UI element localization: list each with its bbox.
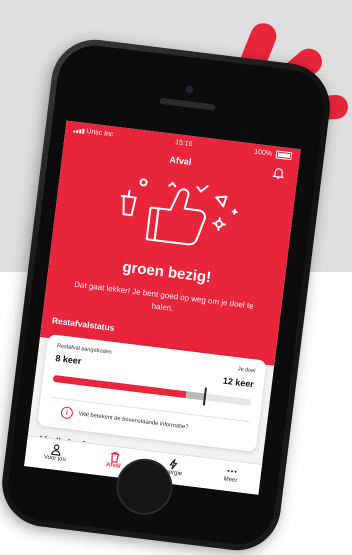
progress-remaining xyxy=(185,391,205,401)
phone-bezel: Unsc Inc 15:16 100% Afval groen bezig! D… xyxy=(3,41,329,549)
bell-icon[interactable] xyxy=(271,165,287,181)
thumbs-up-illustration xyxy=(120,178,238,246)
tab-label: Voor jou xyxy=(43,454,67,463)
restafval-section-title: Restafvalstatus xyxy=(51,315,116,333)
app-screen: Unsc Inc 15:16 100% Afval groen bezig! D… xyxy=(24,120,301,495)
phone-body: Unsc Inc 15:16 100% Afval groen bezig! D… xyxy=(0,34,335,555)
speaker xyxy=(159,97,216,111)
tab-label: Afval xyxy=(105,461,121,470)
info-icon: i xyxy=(60,406,74,420)
page-title: Afval xyxy=(168,154,192,168)
tab-voor-jou[interactable]: Voor jou xyxy=(30,437,82,465)
info-text: Wat betekent de bovenstaande informatie? xyxy=(78,411,189,431)
info-link[interactable]: i Wat betekent de bovenstaande informati… xyxy=(60,406,189,434)
status-time: 15:16 xyxy=(174,138,193,148)
offered-value: 8 keer xyxy=(54,353,82,367)
goal-label: Je doel xyxy=(237,366,256,375)
app-header: Unsc Inc 15:16 100% Afval groen bezig! D… xyxy=(39,120,301,366)
camera xyxy=(184,84,194,94)
tab-label: Meer xyxy=(223,476,238,485)
goal-value: 12 keer xyxy=(222,375,255,390)
progress-fill xyxy=(52,374,187,399)
tab-meer[interactable]: Meer xyxy=(205,458,257,486)
phone-mockup: Unsc Inc 15:16 100% Afval groen bezig! D… xyxy=(0,34,335,555)
signal-icon xyxy=(73,127,85,134)
